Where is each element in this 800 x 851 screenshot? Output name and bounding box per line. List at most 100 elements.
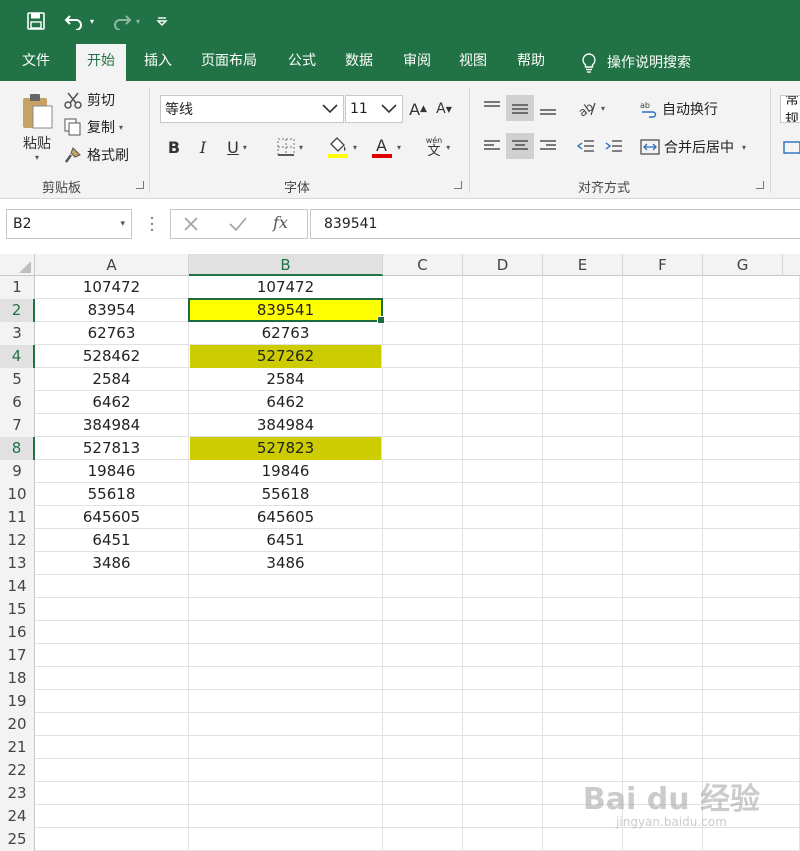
bottom-align-button[interactable] <box>536 95 560 121</box>
name-box-dropdown-icon[interactable]: ▾ <box>120 210 125 238</box>
worksheet-grid[interactable]: A B C D E F G 1 107472 107472 2 83954 839541 3… <box>0 254 800 851</box>
align-center-button[interactable] <box>506 133 534 159</box>
cell-a[interactable] <box>35 805 189 828</box>
row-header[interactable]: 13 <box>0 552 35 575</box>
formula-input[interactable]: 839541 <box>310 209 800 239</box>
tab-insert[interactable]: 插入 <box>133 44 183 81</box>
row-header[interactable]: 21 <box>0 736 35 759</box>
cell-c[interactable] <box>383 506 463 529</box>
cell-e[interactable] <box>543 759 623 782</box>
column-header-a[interactable]: A <box>35 254 189 276</box>
cell-d[interactable] <box>463 690 543 713</box>
cell-c[interactable] <box>383 828 463 851</box>
cell-c[interactable] <box>383 736 463 759</box>
row-header[interactable]: 9 <box>0 460 35 483</box>
cell-g[interactable] <box>703 736 800 759</box>
font-color-button[interactable]: A ▾ <box>366 133 406 161</box>
tab-data[interactable]: 数据 <box>334 44 384 81</box>
cell-b[interactable]: 527823 <box>190 437 382 460</box>
cell-a[interactable] <box>35 598 189 621</box>
cell-d[interactable] <box>463 414 543 437</box>
cell-f[interactable] <box>623 713 703 736</box>
row-header[interactable]: 23 <box>0 782 35 805</box>
cell-d[interactable] <box>463 621 543 644</box>
cell-a[interactable]: 19846 <box>35 460 189 483</box>
cell-e[interactable] <box>543 276 623 299</box>
row-header[interactable]: 6 <box>0 391 35 414</box>
cell-d[interactable] <box>463 575 543 598</box>
cell-a[interactable]: 55618 <box>35 483 189 506</box>
row-header[interactable]: 8 <box>0 437 35 460</box>
font-name-dropdown[interactable]: 等线 <box>160 95 344 123</box>
cell-f[interactable] <box>623 414 703 437</box>
row-header[interactable]: 16 <box>0 621 35 644</box>
cell-e[interactable] <box>543 437 623 460</box>
cell-e[interactable] <box>543 483 623 506</box>
cell-f[interactable] <box>623 828 703 851</box>
cell-g[interactable] <box>703 391 800 414</box>
cell-c[interactable] <box>383 805 463 828</box>
cell-g[interactable] <box>703 644 800 667</box>
cell-d[interactable] <box>463 483 543 506</box>
cell-a[interactable] <box>35 713 189 736</box>
cell-f[interactable] <box>623 437 703 460</box>
cell-c[interactable] <box>383 299 463 322</box>
row-header[interactable]: 7 <box>0 414 35 437</box>
row-header[interactable]: 12 <box>0 529 35 552</box>
cell-g[interactable] <box>703 414 800 437</box>
cell-g[interactable] <box>703 437 800 460</box>
cell-b[interactable] <box>189 690 383 713</box>
cell-c[interactable] <box>383 414 463 437</box>
cell-e[interactable] <box>543 506 623 529</box>
column-header-e[interactable]: E <box>543 254 623 276</box>
italic-button[interactable]: I <box>192 135 214 159</box>
cell-g[interactable] <box>703 621 800 644</box>
wrap-text-button[interactable]: ab 自动换行 <box>640 97 718 121</box>
cell-e[interactable] <box>543 828 623 851</box>
tell-me-search[interactable]: 操作说明搜索 <box>570 44 702 81</box>
cell-d[interactable] <box>463 552 543 575</box>
row-header[interactable]: 11 <box>0 506 35 529</box>
cell-f[interactable] <box>623 552 703 575</box>
cell-f[interactable] <box>623 368 703 391</box>
cell-g[interactable] <box>703 759 800 782</box>
borders-button[interactable]: ▾ <box>270 135 310 159</box>
cell-f[interactable] <box>623 483 703 506</box>
cell-c[interactable] <box>383 483 463 506</box>
tab-page-layout[interactable]: 页面布局 <box>190 44 268 81</box>
cell-e[interactable] <box>543 667 623 690</box>
cell-d[interactable] <box>463 805 543 828</box>
redo-icon[interactable]: ▾ <box>106 8 144 34</box>
save-icon[interactable] <box>22 8 50 34</box>
cell-d[interactable] <box>463 644 543 667</box>
align-right-button[interactable] <box>536 133 560 159</box>
cell-c[interactable] <box>383 690 463 713</box>
row-header[interactable]: 18 <box>0 667 35 690</box>
cell-g[interactable] <box>703 529 800 552</box>
cell-b[interactable]: 62763 <box>189 322 383 345</box>
cell-e[interactable] <box>543 414 623 437</box>
merge-center-button[interactable]: 合并后居中 ▾ <box>640 135 746 159</box>
cell-b[interactable] <box>189 598 383 621</box>
cell-g[interactable] <box>703 322 800 345</box>
cell-d[interactable] <box>463 736 543 759</box>
cell-d[interactable] <box>463 322 543 345</box>
cell-c[interactable] <box>383 667 463 690</box>
cell-b[interactable] <box>189 736 383 759</box>
cell-d[interactable] <box>463 598 543 621</box>
tab-home[interactable]: 开始 <box>76 44 126 81</box>
cell-a[interactable]: 6451 <box>35 529 189 552</box>
cell-g[interactable] <box>703 713 800 736</box>
orientation-button[interactable]: ab ▾ <box>574 95 608 121</box>
cell-a[interactable] <box>35 736 189 759</box>
cell-b[interactable] <box>189 713 383 736</box>
font-launcher-icon[interactable] <box>454 181 462 189</box>
cell-c[interactable] <box>383 322 463 345</box>
cell-b[interactable] <box>189 667 383 690</box>
tab-help[interactable]: 帮助 <box>506 44 556 81</box>
cell-e[interactable] <box>543 529 623 552</box>
cell-f[interactable] <box>623 690 703 713</box>
cell-d[interactable] <box>463 345 543 368</box>
cell-a[interactable]: 83954 <box>35 299 189 322</box>
cell-e[interactable] <box>543 552 623 575</box>
